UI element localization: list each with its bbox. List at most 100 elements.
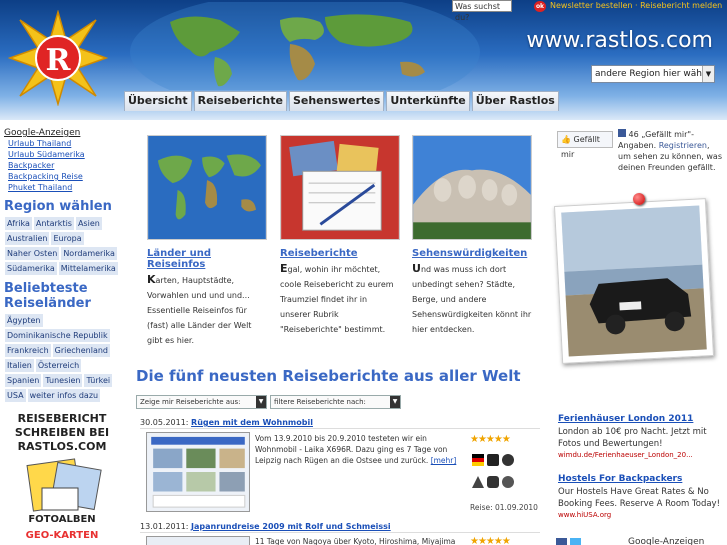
region-tag[interactable]: Südamerika [5,262,57,275]
ad-url[interactable]: www.hiUSA.org [558,511,724,519]
country-tag[interactable]: Dominikanische Republik [5,329,110,342]
featured-photo[interactable] [553,198,715,364]
tab-ueber-rastlos[interactable]: Über Rastlos [471,91,559,111]
teaser-reports[interactable]: Reiseberichte Egal, wohin ihr möchtet, c… [280,135,400,337]
teaser-title[interactable]: Reiseberichte [280,248,400,259]
chevron-down-icon[interactable]: ▼ [256,396,266,408]
fb-register-link[interactable]: Registrieren [659,141,707,150]
ad-line: SCHREIBEN BEI [15,426,109,439]
region-tag[interactable]: Nordamerika [61,247,117,260]
google-ad-link[interactable]: Urlaub Thailand [8,138,122,149]
region-filter-select[interactable]: Zeige mir Reiseberichte aus: ▼ [136,395,267,409]
country-tag[interactable]: weiter infos dazu [27,389,101,402]
site-url: www.rastlos.com [526,28,713,53]
region-tag[interactable]: Australien [5,232,50,245]
chevron-down-icon[interactable]: ▼ [390,396,400,408]
google-ad-link[interactable]: Urlaub Südamerika [8,149,122,160]
ad-line: RASTLOS.COM [18,440,107,453]
facebook-icon [618,129,626,137]
country-tag[interactable]: Frankreich [5,344,51,357]
google-ad-link[interactable]: Backpacking Reise [8,171,122,182]
country-tag[interactable]: Tunesien [43,374,83,387]
region-tag[interactable]: Antarktis [33,217,74,230]
report-title[interactable]: Japanrundreise 2009 mit Rolf und Schmeis… [191,522,391,531]
report-more-link[interactable]: [mehr] [431,456,457,465]
search-button[interactable]: ok [534,1,546,12]
report-item[interactable]: 13.01.2011: Japanrundreise 2009 mit Rolf… [140,522,540,545]
region-tag[interactable]: Naher Osten [5,247,60,260]
report-text: 11 Tage von Nagoya über Kyoto, Hiroshima… [255,536,465,545]
tab-sehenswertes[interactable]: Sehenswertes [288,91,385,111]
camper-icon [487,454,499,466]
report-item[interactable]: 30.05.2011: Rügen mit dem Wohnmobil Vom … [140,418,540,518]
report-icons [472,454,514,466]
google-ad-link[interactable]: Backpacker [8,160,122,171]
region-title: Region wählen [4,199,112,214]
tab-unterkuenfte[interactable]: Unterkünfte [386,91,470,111]
tab-uebersicht[interactable]: Übersicht [124,91,192,111]
search-input[interactable]: Was suchst du? [452,0,512,22]
ad-body: London ab 10€ pro Nacht. Jetzt mit Fotos… [558,427,707,449]
teaser-countries[interactable]: Länder und Reiseinfos Karten, Hauptstädt… [147,135,267,348]
tab-reiseberichte[interactable]: Reiseberichte [193,91,287,111]
region-list: Afrika Antarktis Asien Australien Europa… [5,217,118,275]
ad-url[interactable]: wimdu.de/Ferienhaeuser_London_20... [558,451,724,459]
region-tag[interactable]: Afrika [5,217,32,230]
ad-line: REISEBERICHT [18,412,107,425]
teaser-title[interactable]: Länder und Reiseinfos [147,248,267,270]
report-date: 30.05.2011: [140,418,189,427]
report-thumbnail[interactable] [146,432,250,512]
thumbs-up-icon: 👍 [561,135,571,144]
region-tag[interactable]: Asien [75,217,102,230]
google-ads-title[interactable]: Google-Anzeigen [4,128,122,138]
teaser-sights[interactable]: Sehenswürdigkeiten Und was muss ich dort… [412,135,532,337]
report-title[interactable]: Rügen mit dem Wohnmobil [191,418,313,427]
teaser-text: Und was muss ich dort unbedingt sehen? S… [412,261,532,337]
phone-icon [502,454,514,466]
germany-flag-icon [472,454,484,466]
ad-title[interactable]: Ferienhäuser London 2011 [558,414,724,424]
country-tag[interactable]: Spanien [5,374,42,387]
chevron-down-icon[interactable]: ▼ [702,66,714,82]
rating-stars: ★★★★★ [470,536,511,545]
facebook-share-icon[interactable] [556,538,567,545]
region-tag[interactable]: Mittelamerika [58,262,118,275]
report-date: 13.01.2011: [140,522,189,531]
country-tag[interactable]: Türkei [84,374,113,387]
write-report-banner[interactable]: REISEBERICHT SCHREIBEN BEI RASTLOS.COM F… [12,410,112,545]
facebook-like-button[interactable]: 👍 Gefällt mir [557,131,613,159]
region-select[interactable]: andere Region hier wähle ▼ [591,65,715,83]
rastlos-logo[interactable]: R [8,10,108,106]
country-tag[interactable]: USA [5,389,26,402]
region-tag[interactable]: Europa [51,232,84,245]
top-links[interactable]: Newsletter bestellen · Reisebericht meld… [550,0,727,11]
google-ads-label[interactable]: Google-Anzeigen [628,537,704,545]
ad-title[interactable]: Hostels For Backpackers [558,474,724,484]
country-tag[interactable]: Ägypten [5,314,43,327]
text-ad[interactable]: Ferienhäuser London 2011 London ab 10€ p… [558,414,724,459]
rating-stars: ★★★★★ [470,434,511,445]
pin-icon [633,193,645,205]
teaser-initial: U [412,262,421,275]
mount-rushmore-thumbnail [412,135,532,240]
teaser-text: Egal, wohin ihr möchtet, coole Reiseberi… [280,261,400,337]
teaser-title[interactable]: Sehenswürdigkeiten [412,248,532,259]
country-tag[interactable]: Italien [5,359,34,372]
sort-filter-select[interactable]: filtere Reiseberichte nach: ▼ [270,395,401,409]
filter-label: filtere Reiseberichte nach: [274,398,366,406]
country-tag[interactable]: Griechenland [52,344,111,357]
travel-journal-thumbnail [280,135,400,240]
ad-line: FOTOALBEN [28,514,95,525]
report-summary: 11 Tage von Nagoya über Kyoto, Hiroshima… [255,537,456,545]
teaser-initial: K [147,273,156,286]
google-ad-link[interactable]: Phuket Thailand [8,182,122,193]
report-icons-row2 [472,476,514,488]
text-ad[interactable]: Hostels For Backpackers Our Hostels Have… [558,474,724,519]
report-thumbnail[interactable] [146,536,250,545]
filter-label: Zeige mir Reiseberichte aus: [140,398,241,406]
left-sidebar: Google-Anzeigen Urlaub Thailand Urlaub S… [0,126,122,545]
ad-body: Our Hostels Have Great Rates & No Bookin… [558,487,720,509]
country-tag[interactable]: Österreich [35,359,82,372]
twitter-share-icon[interactable] [570,538,581,545]
ad-line: GEO-KARTEN [26,530,99,541]
